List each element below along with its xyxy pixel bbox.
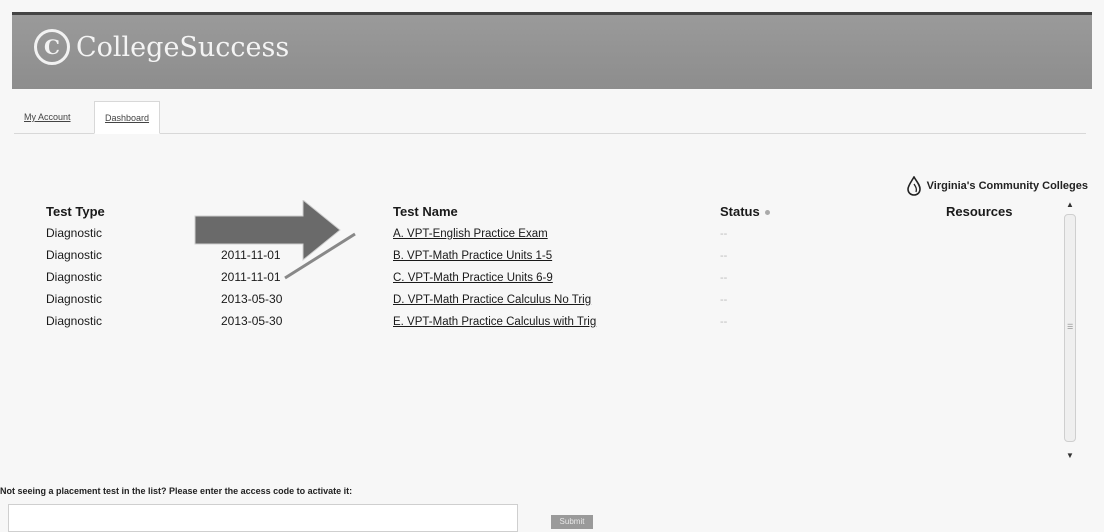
status-value: -- — [720, 294, 728, 306]
cell-status: -- — [720, 266, 940, 288]
scroll-grip-icon[interactable]: ☰ — [1067, 323, 1073, 331]
table-row: Diagnostic A. VPT-English Practice Exam -- — [20, 222, 1086, 244]
access-code-prompt: Not seeing a placement test in the list?… — [0, 486, 353, 496]
partner-logo: Virginia's Community Colleges — [906, 176, 1088, 196]
cell-test-name: A. VPT-English Practice Exam — [393, 222, 720, 244]
header-status: Status — [720, 200, 940, 222]
test-name-link[interactable]: C. VPT-Math Practice Units 6-9 — [393, 272, 553, 284]
cell-test-type: Diagnostic — [46, 314, 103, 328]
arrow-annotation-icon — [194, 200, 356, 280]
status-value: -- — [720, 272, 728, 284]
header-test-name: Test Name — [393, 203, 458, 219]
test-name-link[interactable]: B. VPT-Math Practice Units 1-5 — [393, 250, 552, 262]
flame-logo-icon — [906, 176, 921, 196]
tests-table: Test Type Test Name Status Resources Dia… — [20, 200, 1086, 332]
college-success-logo-icon: C — [34, 29, 70, 65]
cell-test-name: D. VPT-Math Practice Calculus No Trig — [393, 288, 720, 310]
brand[interactable]: C CollegeSuccess — [34, 29, 289, 65]
table-row: Diagnostic 2013-05-30 D. VPT-Math Practice… — [20, 288, 1086, 310]
status-value: -- — [720, 228, 728, 240]
cell-test-name: C. VPT-Math Practice Units 6-9 — [393, 266, 720, 288]
table-row: Diagnostic 2011-11-01 C. VPT-Math Practice… — [20, 266, 1086, 288]
cell-test-type: Diagnostic — [46, 292, 103, 306]
scroll-up-arrow-icon[interactable]: ▲ — [1066, 200, 1074, 209]
test-name-link[interactable]: E. VPT-Math Practice Calculus with Trig — [393, 316, 596, 328]
brand-name: CollegeSuccess — [76, 31, 290, 63]
submit-button[interactable]: Submit — [551, 515, 593, 529]
table-scrollbar[interactable]: ▲ ☰ ▼ — [1062, 200, 1076, 460]
cell-status: -- — [720, 310, 940, 332]
cell-test-name: B. VPT-Math Practice Units 1-5 — [393, 244, 720, 266]
tab-dashboard[interactable]: Dashboard — [94, 101, 161, 134]
tab-bar: My Account Dashboard — [14, 101, 1086, 134]
status-info-icon[interactable] — [764, 209, 770, 215]
access-code-input[interactable] — [8, 504, 518, 532]
table-row: Diagnostic 2013-05-30 E. VPT-Math Practice… — [20, 310, 1086, 332]
partner-name: Virginia's Community Colleges — [926, 180, 1088, 192]
status-value: -- — [720, 250, 728, 262]
cell-status: -- — [720, 222, 940, 244]
test-name-link[interactable]: A. VPT-English Practice Exam — [393, 228, 548, 240]
test-name-link[interactable]: D. VPT-Math Practice Calculus No Trig — [393, 294, 591, 306]
header-status-label: Status — [720, 203, 760, 219]
cell-test-name: E. VPT-Math Practice Calculus with Trig — [393, 310, 720, 332]
cell-date: 2013-05-30 — [221, 292, 283, 306]
cell-date: 2013-05-30 — [221, 314, 283, 328]
scroll-down-arrow-icon[interactable]: ▼ — [1066, 451, 1074, 460]
cell-status: -- — [720, 244, 940, 266]
cell-status: -- — [720, 288, 940, 310]
status-value: -- — [720, 316, 728, 328]
table-row: Diagnostic 2011-11-01 B. VPT-Math Practice… — [20, 244, 1086, 266]
table-header-row: Test Type Test Name Status Resources — [20, 200, 1086, 222]
app-header: C CollegeSuccess — [12, 12, 1092, 89]
tab-my-account[interactable]: My Account — [14, 101, 81, 133]
scroll-track[interactable]: ☰ — [1064, 214, 1076, 442]
